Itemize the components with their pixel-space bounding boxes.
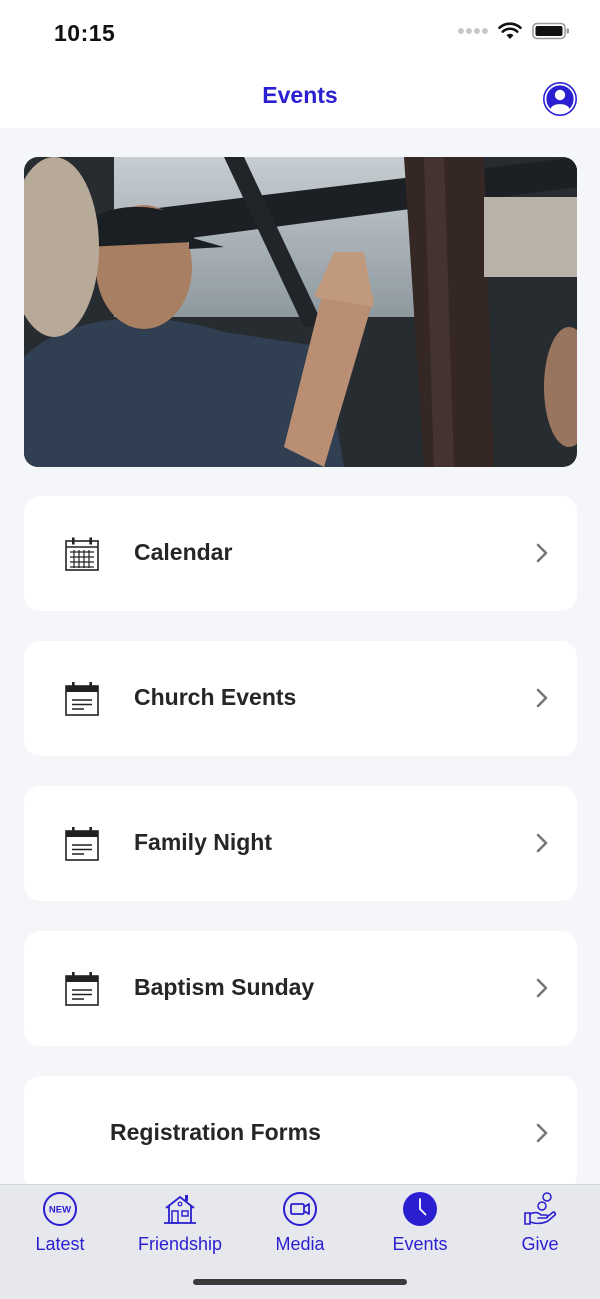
status-bar: 10:15 xyxy=(0,0,600,66)
chevron-right-icon xyxy=(536,688,548,708)
menu-item-calendar[interactable]: Calendar xyxy=(24,496,577,611)
status-time: 10:15 xyxy=(54,20,116,46)
video-camera-icon xyxy=(283,1192,317,1226)
tab-friendship[interactable]: Friendship xyxy=(120,1185,240,1261)
menu-item-registration-forms[interactable]: Registration Forms xyxy=(24,1076,577,1191)
tab-label: Latest xyxy=(35,1234,85,1254)
tab-media[interactable]: Media xyxy=(240,1185,360,1261)
calendar-grid-icon xyxy=(65,537,99,571)
chevron-right-icon xyxy=(536,978,548,998)
home-indicator xyxy=(193,1279,407,1285)
calendar-note-icon xyxy=(65,972,99,1006)
signal-icon xyxy=(458,28,488,34)
menu-item-label: Baptism Sunday xyxy=(134,974,315,1000)
clock-icon xyxy=(403,1192,437,1226)
tab-give[interactable]: Give xyxy=(480,1185,600,1261)
battery-icon xyxy=(532,22,569,40)
tab-label: Events xyxy=(392,1234,448,1254)
chevron-right-icon xyxy=(536,543,548,563)
hero-image xyxy=(24,157,577,467)
person-circle-icon[interactable] xyxy=(542,81,578,117)
menu-item-label: Church Events xyxy=(134,684,297,710)
tab-label: Give xyxy=(521,1234,559,1254)
hand-coins-icon xyxy=(524,1192,557,1225)
menu-item-label: Family Night xyxy=(134,829,273,855)
menu-item-label: Registration Forms xyxy=(110,1119,321,1145)
chevron-right-icon xyxy=(536,833,548,853)
chevron-right-icon xyxy=(536,1123,548,1143)
new-badge-icon: NEW xyxy=(43,1192,77,1226)
calendar-note-icon xyxy=(65,682,99,716)
menu-item-family-night[interactable]: Family Night xyxy=(24,786,577,901)
nav-bar: Events xyxy=(0,66,600,128)
calendar-note-icon xyxy=(65,827,99,861)
tab-events[interactable]: Events xyxy=(360,1185,480,1261)
menu-item-baptism-sunday[interactable]: Baptism Sunday xyxy=(24,931,577,1046)
menu-item-church-events[interactable]: Church Events xyxy=(24,641,577,756)
house-icon xyxy=(164,1195,196,1224)
menu-item-label: Calendar xyxy=(134,539,233,565)
new-badge-text: NEW xyxy=(49,1205,71,1216)
tab-label: Media xyxy=(275,1234,325,1254)
tab-label: Friendship xyxy=(137,1234,223,1254)
wifi-icon xyxy=(498,22,522,39)
page-title: Events xyxy=(262,82,338,108)
tab-latest[interactable]: NEW Latest xyxy=(0,1185,120,1261)
